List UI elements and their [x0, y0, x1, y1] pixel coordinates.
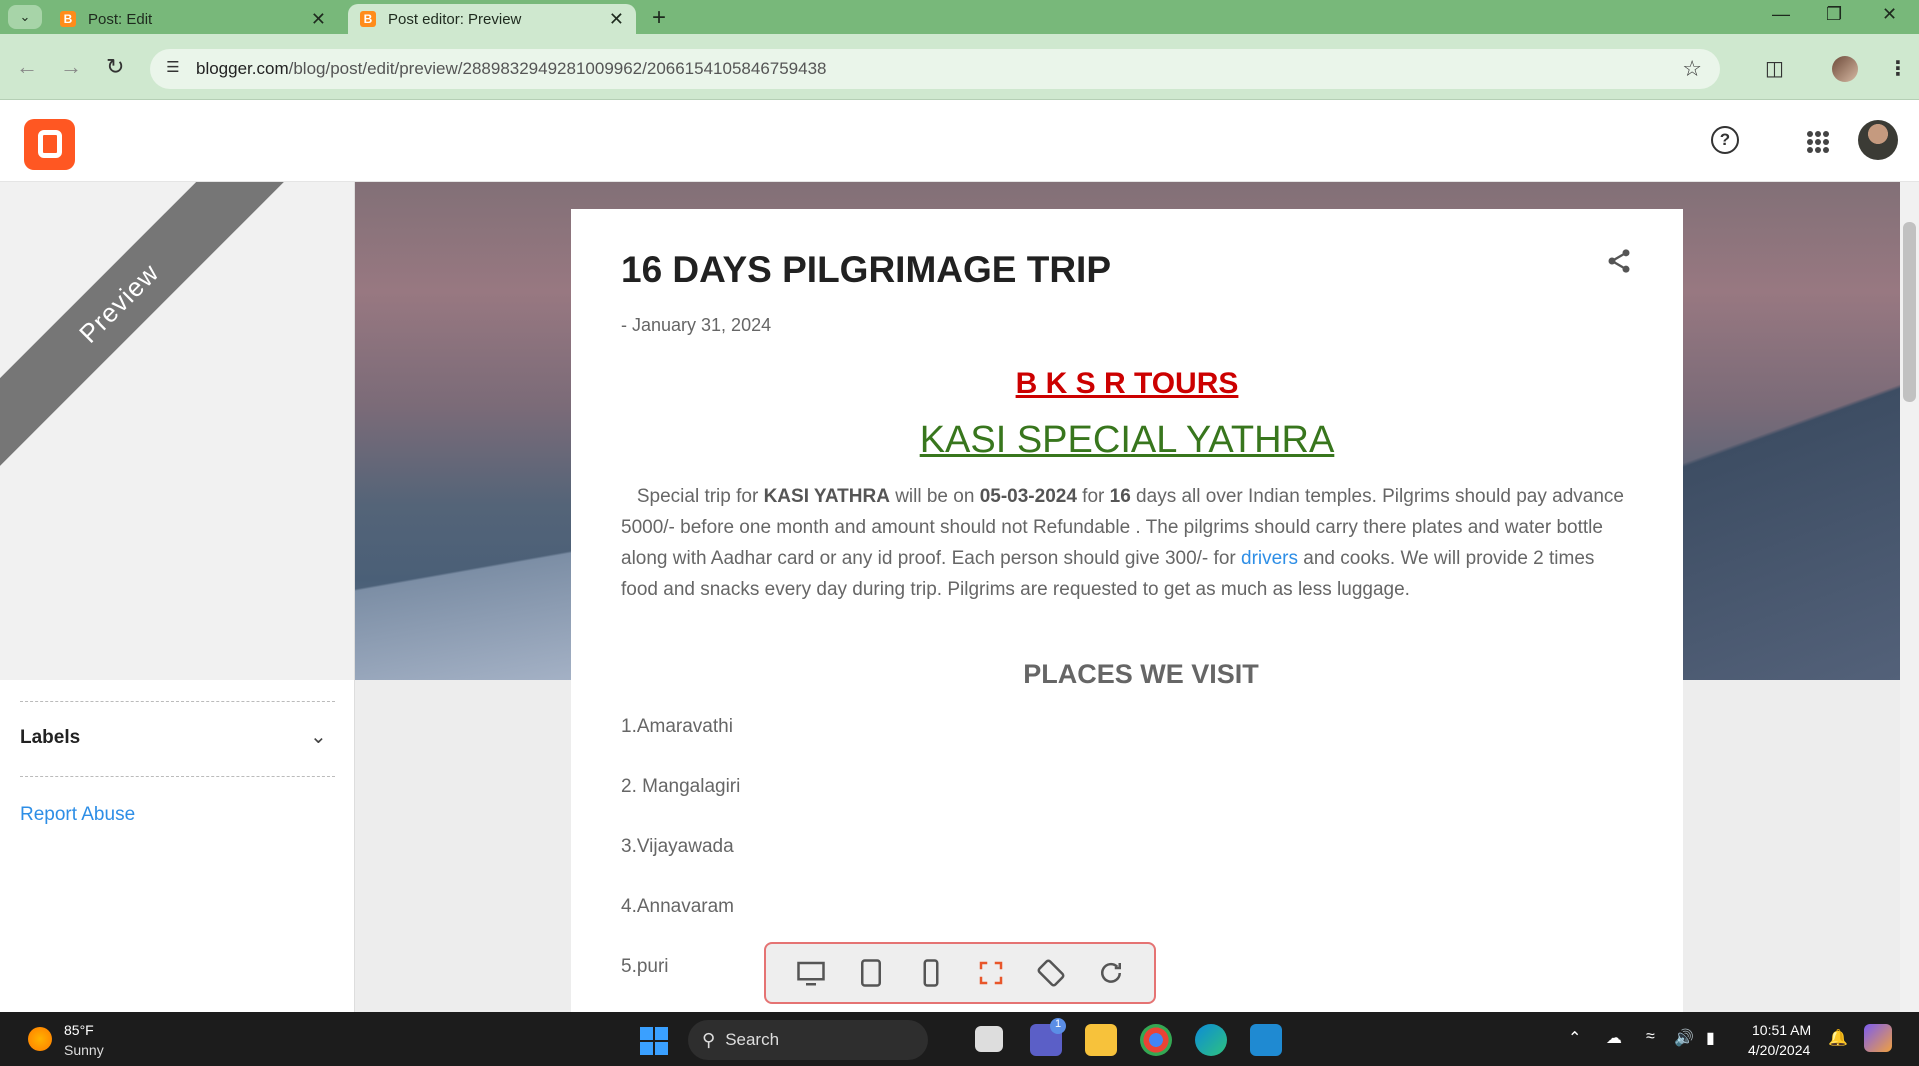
file-explorer-icon[interactable] [1085, 1024, 1117, 1056]
minimize-icon[interactable]: — [1772, 4, 1790, 25]
weather-sun-icon[interactable] [28, 1027, 52, 1051]
refresh-icon[interactable] [1096, 958, 1126, 988]
post-title[interactable]: 16 DAYS PILGRIMAGE TRIP [621, 249, 1111, 291]
volume-icon[interactable]: 🔊 [1674, 1028, 1694, 1048]
search-label: Search [725, 1030, 780, 1049]
device-preview-toolbar [764, 942, 1156, 1004]
tab-search-dropdown-icon[interactable]: ⌄ [8, 5, 42, 29]
edge-icon[interactable] [1195, 1024, 1227, 1056]
task-view-icon[interactable] [975, 1026, 1003, 1052]
list-item: 3.Vijayawada [621, 836, 734, 857]
weather-condition[interactable]: Sunny [64, 1042, 104, 1058]
clock-date[interactable]: 4/20/2024 [1748, 1042, 1810, 1058]
copilot-icon[interactable] [1864, 1024, 1892, 1052]
chevron-down-icon[interactable]: ⌄ [310, 724, 327, 749]
chrome-taskbar-icon[interactable] [1140, 1024, 1172, 1056]
post-date[interactable]: - January 31, 2024 [621, 315, 771, 336]
restore-icon[interactable]: ❐ [1826, 4, 1842, 25]
extensions-icon[interactable]: ◫ [1765, 56, 1784, 81]
help-icon[interactable]: ? [1711, 126, 1739, 154]
rotate-icon[interactable] [1036, 958, 1066, 988]
taskbar-search[interactable]: ⚲ Search [688, 1020, 928, 1060]
clock-time[interactable]: 10:51 AM [1752, 1022, 1811, 1038]
back-icon[interactable]: ← [16, 54, 38, 80]
account-avatar[interactable] [1858, 120, 1898, 160]
tab-title: Post: Edit [88, 10, 153, 28]
address-bar[interactable]: ☰ blogger.com/blog/post/edit/preview/288… [150, 49, 1720, 89]
search-icon: ⚲ [702, 1029, 716, 1050]
tab-title: Post editor: Preview [388, 10, 522, 28]
forward-icon[interactable]: → [60, 54, 82, 80]
window-close-icon[interactable]: ✕ [1882, 4, 1897, 25]
show-hidden-icons-icon[interactable]: ⌃ [1568, 1028, 1581, 1048]
list-item: 2. Mangalagiri [621, 776, 741, 797]
browser-tab-strip: ⌄ B Post: Edit ✕ B Post editor: Preview … [0, 0, 1919, 34]
chrome-menu-icon[interactable]: ⋮ [1888, 56, 1908, 81]
tab-close-icon[interactable]: ✕ [311, 9, 326, 30]
phone-icon[interactable] [916, 958, 946, 988]
browser-toolbar: ← → ↻ ☰ blogger.com/blog/post/edit/previ… [0, 34, 1919, 100]
url-text: blogger.com/blog/post/edit/preview/28898… [196, 59, 827, 78]
blog-sidebar: Preview Labels ⌄ Report Abuse [0, 182, 355, 1012]
site-info-icon[interactable]: ☰ [162, 58, 184, 80]
brand-heading: B K S R TOURS [1015, 367, 1239, 400]
post-subtitle: KASI SPECIAL YATHRA [919, 419, 1335, 461]
windows-taskbar: 85°F Sunny ⚲ Search 1 ⌃ ☁ ≈ 🔊 ▮ 10:51 AM … [0, 1012, 1919, 1066]
list-item: 1.Amaravathi [621, 716, 733, 737]
reload-icon[interactable]: ↻ [106, 54, 124, 80]
tablet-icon[interactable] [856, 958, 886, 988]
desktop-icon[interactable] [796, 958, 826, 988]
weather-temperature[interactable]: 85°F [64, 1022, 94, 1038]
scrollbar-thumb[interactable] [1903, 222, 1916, 402]
divider [20, 701, 335, 702]
new-tab-button[interactable]: + [652, 4, 666, 32]
teams-icon[interactable]: 1 [1030, 1018, 1066, 1056]
blogger-favicon-icon: B [360, 11, 376, 27]
profile-avatar[interactable] [1832, 56, 1858, 82]
notifications-icon[interactable]: 🔔 [1828, 1028, 1848, 1048]
share-icon[interactable] [1605, 247, 1633, 275]
blogger-header: ? [0, 100, 1919, 182]
drivers-link[interactable]: drivers [1241, 548, 1298, 569]
list-item: 4.Annavaram [621, 896, 735, 917]
blogger-favicon-icon: B [60, 11, 76, 27]
blogger-logo-icon[interactable] [24, 119, 75, 170]
google-apps-icon[interactable] [1807, 131, 1829, 153]
divider [20, 776, 335, 777]
labels-heading[interactable]: Labels [20, 727, 80, 749]
bookmark-star-icon[interactable]: ☆ [1682, 56, 1702, 82]
tab-close-icon[interactable]: ✕ [609, 9, 624, 30]
list-item: 5.puri [621, 956, 669, 977]
onedrive-icon[interactable]: ☁ [1606, 1028, 1622, 1048]
wifi-icon[interactable]: ≈ [1646, 1028, 1655, 1046]
battery-icon[interactable]: ▮ [1706, 1028, 1715, 1048]
tab-post-editor-preview[interactable]: B Post editor: Preview ✕ [348, 4, 636, 34]
places-heading: PLACES WE VISIT [1023, 659, 1259, 689]
report-abuse-link[interactable]: Report Abuse [20, 804, 135, 826]
tab-post-edit[interactable]: B Post: Edit ✕ [48, 4, 338, 34]
page-scrollbar[interactable] [1900, 182, 1919, 1012]
windows-start-icon[interactable] [640, 1027, 668, 1055]
fullscreen-icon[interactable] [976, 958, 1006, 988]
post-paragraph: Special trip for KASI YATHRA will be on … [621, 486, 1624, 600]
vscode-icon[interactable] [1250, 1024, 1282, 1056]
post-card: 16 DAYS PILGRIMAGE TRIP - January 31, 20… [571, 209, 1683, 1012]
